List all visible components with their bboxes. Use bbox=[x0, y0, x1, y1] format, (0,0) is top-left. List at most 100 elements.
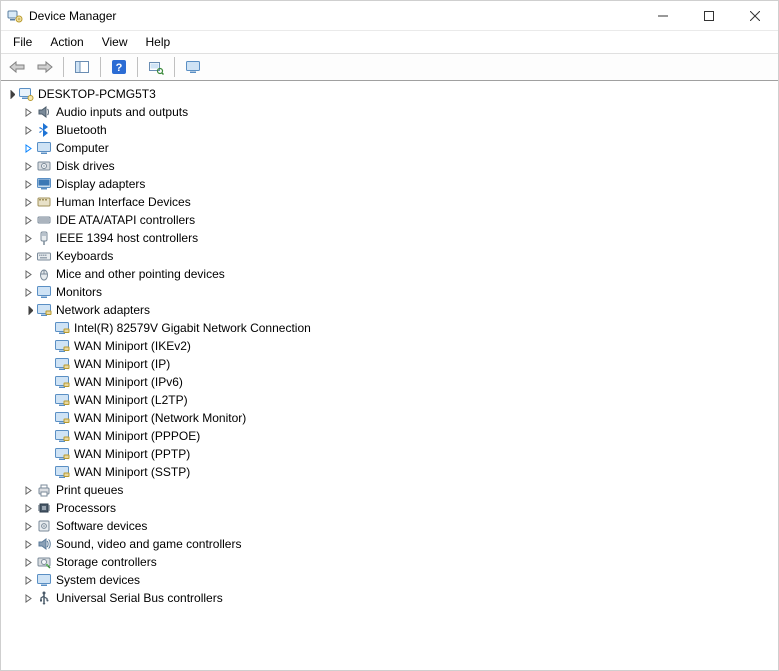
window-title: Device Manager bbox=[29, 9, 116, 23]
printer-icon bbox=[36, 482, 52, 498]
tree-category-node[interactable]: Display adapters bbox=[21, 175, 778, 193]
tree-expander-icon[interactable] bbox=[21, 267, 35, 281]
svg-text:?: ? bbox=[116, 62, 123, 74]
device-tree-panel[interactable]: DESKTOP-PCMG5T3Audio inputs and outputsB… bbox=[1, 81, 778, 670]
tree-category-node[interactable]: Mice and other pointing devices bbox=[21, 265, 778, 283]
tree-category-node[interactable]: Human Interface Devices bbox=[21, 193, 778, 211]
tree-category-node[interactable]: Audio inputs and outputs bbox=[21, 103, 778, 121]
tree-node-label: Audio inputs and outputs bbox=[56, 103, 188, 121]
tree-node-label: Software devices bbox=[56, 517, 147, 535]
tree-node-label: DESKTOP-PCMG5T3 bbox=[38, 85, 156, 103]
display-icon bbox=[36, 176, 52, 192]
toolbar-back-button[interactable] bbox=[5, 55, 29, 79]
tree-root-node[interactable]: DESKTOP-PCMG5T3 bbox=[3, 85, 778, 103]
tree-expander-icon[interactable] bbox=[3, 87, 17, 101]
menu-action[interactable]: Action bbox=[42, 33, 91, 51]
disk-icon bbox=[36, 158, 52, 174]
tree-expander-icon[interactable] bbox=[21, 141, 35, 155]
tree-expander-icon[interactable] bbox=[21, 123, 35, 137]
tree-device-node[interactable]: WAN Miniport (L2TP) bbox=[39, 391, 778, 409]
tree-device-node[interactable]: WAN Miniport (Network Monitor) bbox=[39, 409, 778, 427]
tree-node-label: WAN Miniport (PPPOE) bbox=[74, 427, 200, 445]
tree-category-node[interactable]: Disk drives bbox=[21, 157, 778, 175]
computer-icon bbox=[36, 140, 52, 156]
tree-category-node[interactable]: Network adapters bbox=[21, 301, 778, 319]
tree-expander-icon[interactable] bbox=[21, 591, 35, 605]
tree-expander-icon[interactable] bbox=[21, 231, 35, 245]
tree-node-label: Disk drives bbox=[56, 157, 115, 175]
toolbar-monitor-button[interactable] bbox=[181, 55, 205, 79]
tree-device-node[interactable]: WAN Miniport (PPPOE) bbox=[39, 427, 778, 445]
toolbar-separator bbox=[63, 57, 64, 77]
tree-expander-icon[interactable] bbox=[21, 213, 35, 227]
menu-help[interactable]: Help bbox=[138, 33, 179, 51]
tree-node-label: Storage controllers bbox=[56, 553, 157, 571]
tree-expander-icon[interactable] bbox=[21, 177, 35, 191]
menu-view[interactable]: View bbox=[94, 33, 136, 51]
maximize-button[interactable] bbox=[686, 1, 732, 30]
menu-file[interactable]: File bbox=[5, 33, 40, 51]
tree-device-node[interactable]: WAN Miniport (PPTP) bbox=[39, 445, 778, 463]
toolbar-show-hide-console-button[interactable] bbox=[70, 55, 94, 79]
tree-category-node[interactable]: Software devices bbox=[21, 517, 778, 535]
tree-expander-icon[interactable] bbox=[21, 285, 35, 299]
tree-node-label: Keyboards bbox=[56, 247, 113, 265]
minimize-button[interactable] bbox=[640, 1, 686, 30]
network-icon bbox=[36, 302, 52, 318]
tree-device-node[interactable]: WAN Miniport (SSTP) bbox=[39, 463, 778, 481]
tree-category-node[interactable]: Print queues bbox=[21, 481, 778, 499]
tree-node-label: WAN Miniport (Network Monitor) bbox=[74, 409, 246, 427]
ide-icon bbox=[36, 212, 52, 228]
tree-expander-icon[interactable] bbox=[21, 537, 35, 551]
network-icon bbox=[54, 320, 70, 336]
tree-expander-icon[interactable] bbox=[21, 249, 35, 263]
network-icon bbox=[54, 428, 70, 444]
tree-category-node[interactable]: Universal Serial Bus controllers bbox=[21, 589, 778, 607]
tree-category-node[interactable]: Keyboards bbox=[21, 247, 778, 265]
titlebar: Device Manager bbox=[1, 1, 778, 31]
tree-device-node[interactable]: WAN Miniport (IPv6) bbox=[39, 373, 778, 391]
sound-icon bbox=[36, 536, 52, 552]
tree-device-node[interactable]: WAN Miniport (IKEv2) bbox=[39, 337, 778, 355]
tree-node-label: Monitors bbox=[56, 283, 102, 301]
toolbar-separator bbox=[137, 57, 138, 77]
tree-node-label: WAN Miniport (PPTP) bbox=[74, 445, 190, 463]
tree-node-label: Display adapters bbox=[56, 175, 145, 193]
tree-category-node[interactable]: Processors bbox=[21, 499, 778, 517]
tree-category-node[interactable]: Monitors bbox=[21, 283, 778, 301]
toolbar-forward-button[interactable] bbox=[33, 55, 57, 79]
tree-expander-icon[interactable] bbox=[21, 105, 35, 119]
tree-expander-icon[interactable] bbox=[21, 519, 35, 533]
network-icon bbox=[54, 374, 70, 390]
bluetooth-icon bbox=[36, 122, 52, 138]
toolbar-help-button[interactable]: ? bbox=[107, 55, 131, 79]
tree-expander-icon[interactable] bbox=[21, 573, 35, 587]
tree-expander-icon[interactable] bbox=[21, 195, 35, 209]
tree-category-node[interactable]: Computer bbox=[21, 139, 778, 157]
tree-node-label: WAN Miniport (IKEv2) bbox=[74, 337, 191, 355]
tree-category-node[interactable]: Bluetooth bbox=[21, 121, 778, 139]
tree-node-label: Sound, video and game controllers bbox=[56, 535, 241, 553]
tree-device-node[interactable]: WAN Miniport (IP) bbox=[39, 355, 778, 373]
tree-node-label: Human Interface Devices bbox=[56, 193, 191, 211]
tree-node-label: Print queues bbox=[56, 481, 123, 499]
tree-node-label: IDE ATA/ATAPI controllers bbox=[56, 211, 195, 229]
tree-expander-icon[interactable] bbox=[21, 159, 35, 173]
tree-category-node[interactable]: Storage controllers bbox=[21, 553, 778, 571]
computer-root-icon bbox=[18, 86, 34, 102]
network-icon bbox=[54, 356, 70, 372]
tree-category-node[interactable]: IEEE 1394 host controllers bbox=[21, 229, 778, 247]
tree-expander-icon[interactable] bbox=[21, 483, 35, 497]
tree-category-node[interactable]: IDE ATA/ATAPI controllers bbox=[21, 211, 778, 229]
tree-device-node[interactable]: Intel(R) 82579V Gigabit Network Connecti… bbox=[39, 319, 778, 337]
toolbar-scan-hardware-button[interactable] bbox=[144, 55, 168, 79]
tree-expander-icon[interactable] bbox=[21, 303, 35, 317]
cpu-icon bbox=[36, 500, 52, 516]
tree-expander-icon[interactable] bbox=[21, 501, 35, 515]
close-button[interactable] bbox=[732, 1, 778, 30]
toolbar-separator bbox=[174, 57, 175, 77]
tree-node-label: WAN Miniport (SSTP) bbox=[74, 463, 190, 481]
tree-category-node[interactable]: Sound, video and game controllers bbox=[21, 535, 778, 553]
tree-category-node[interactable]: System devices bbox=[21, 571, 778, 589]
tree-expander-icon[interactable] bbox=[21, 555, 35, 569]
